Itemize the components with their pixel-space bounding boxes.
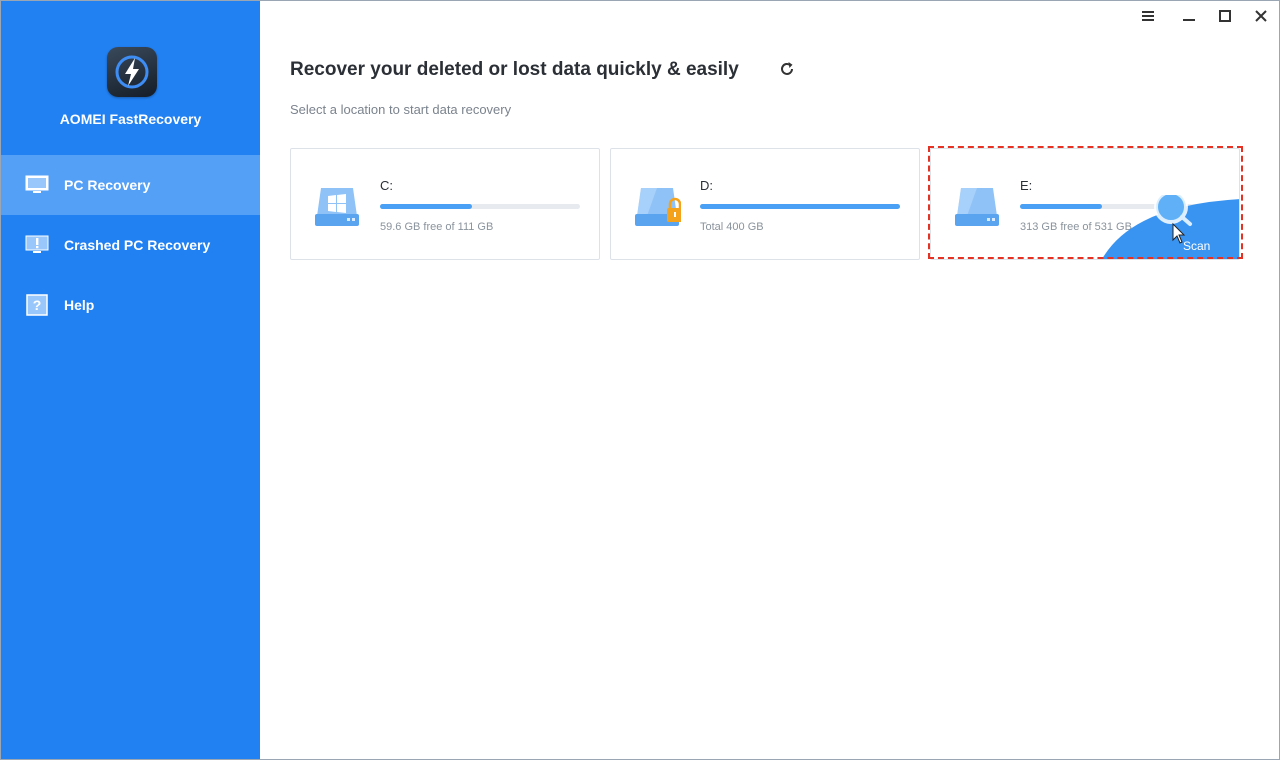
drive-name: E: xyxy=(1020,178,1033,193)
help-icon: ? xyxy=(26,294,48,316)
drive-info: 59.6 GB free of 111 GB xyxy=(380,221,494,233)
sidebar-item-pc-recovery[interactable]: PC Recovery xyxy=(1,155,260,215)
minimize-icon xyxy=(1183,19,1195,21)
locked-drive-icon xyxy=(635,188,681,226)
sidebar-item-label: Help xyxy=(64,297,95,313)
close-icon xyxy=(1255,10,1267,22)
sidebar-item-label: Crashed PC Recovery xyxy=(64,237,211,253)
windows-drive-icon xyxy=(315,188,359,226)
svg-text:?: ? xyxy=(33,297,42,313)
refresh-icon[interactable] xyxy=(777,59,797,79)
minimize-button[interactable] xyxy=(1177,5,1201,27)
page-subtitle: Select a location to start data recovery xyxy=(290,102,512,117)
monitor-icon xyxy=(25,175,49,193)
drive-card-e[interactable]: E: 313 GB free of 531 GB Scan xyxy=(930,148,1240,260)
scan-button[interactable] xyxy=(1101,195,1240,260)
app-name: AOMEI FastRecovery xyxy=(59,111,202,127)
drive-card-d[interactable]: D: Total 400 GB xyxy=(610,148,920,260)
drive-name: D: xyxy=(700,178,713,193)
warning-monitor-icon xyxy=(25,235,49,253)
menu-icon xyxy=(1142,11,1154,21)
menu-button[interactable] xyxy=(1136,5,1160,27)
drive-info: Total 400 GB xyxy=(700,221,764,233)
sidebar-item-help[interactable]: ? Help xyxy=(1,275,260,335)
drive-usage-bar xyxy=(380,204,580,209)
page-title: Recover your deleted or lost data quickl… xyxy=(290,59,739,80)
sidebar-item-label: PC Recovery xyxy=(64,177,151,193)
scan-label[interactable]: Scan xyxy=(1183,239,1210,253)
app-logo-icon xyxy=(107,47,157,97)
sidebar: AOMEI FastRecovery PC Recovery Crashed P… xyxy=(1,1,260,759)
drive-icon xyxy=(955,188,999,226)
drive-usage-bar xyxy=(700,204,900,209)
close-button[interactable] xyxy=(1249,5,1273,27)
drive-card-c[interactable]: C: 59.6 GB free of 111 GB xyxy=(290,148,600,260)
maximize-icon xyxy=(1219,10,1231,22)
drive-name: C: xyxy=(380,178,393,193)
maximize-button[interactable] xyxy=(1213,5,1237,27)
sidebar-item-crashed-pc-recovery[interactable]: Crashed PC Recovery xyxy=(1,215,260,275)
